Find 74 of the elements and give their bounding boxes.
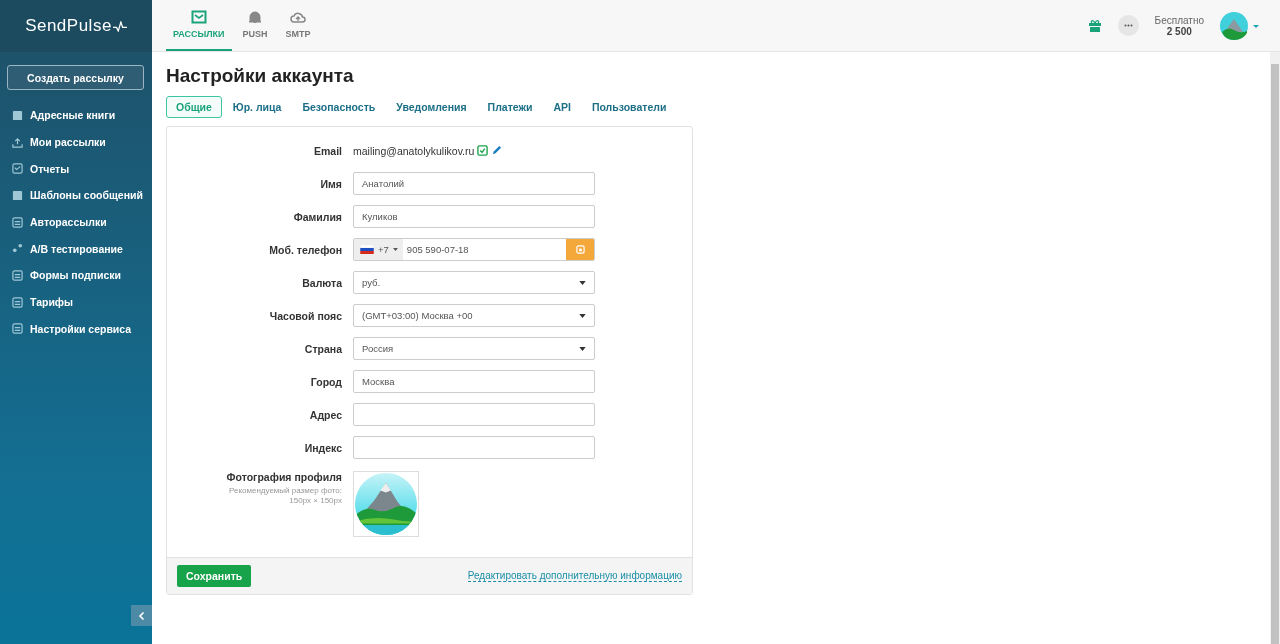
form-icon [12,269,23,281]
settings-tab[interactable]: Юр. лица [222,96,292,118]
upload-icon [12,136,23,148]
field-label: Город [310,375,342,388]
wallet-icon [12,296,23,308]
dots-icon [12,243,23,255]
photo-size-hint: Рекомендуемый размер фото: 150px × 150px [228,486,342,506]
create-campaign-button[interactable]: Создать рассылку [7,65,144,90]
settings-tab[interactable]: Уведомления [386,96,477,118]
field-label: Валюта [302,276,342,289]
sidebar-item[interactable]: Авторассылки [0,208,152,236]
phone-action-button[interactable] [566,239,594,260]
caret-down-icon [579,346,586,351]
top-nav-tab[interactable]: PUSH [235,0,275,51]
mountain-avatar-drawing [355,473,417,535]
sidebar-item[interactable]: Адресные книги [0,102,152,129]
page-title: Настройки аккаунта [166,65,355,87]
email-value: mailing@anatolykulikov.ru [353,144,475,157]
dropdown-select[interactable]: Россия [353,337,595,360]
sidebar-item[interactable]: Тарифы [0,288,152,316]
country-code-dropdown[interactable]: +7 [354,239,403,260]
caret-down-icon [579,313,586,318]
sidebar-item[interactable]: Мои рассылки [0,128,152,156]
sidebar-item[interactable]: Настройки сервиса [0,315,152,343]
scrollbar[interactable] [1270,52,1280,644]
checked-box-icon [12,163,23,175]
field-label: Фотография профиля [226,471,342,483]
top-nav-tab[interactable]: SMTP [278,0,318,51]
plan-count: 2 500 [1166,25,1192,37]
profile-photo-upload[interactable] [353,471,419,537]
settings-tab[interactable]: Пользователи [581,96,677,118]
field-label: Моб. телефон [269,243,342,256]
avatar-menu-icon[interactable] [1220,10,1260,41]
dropdown-select[interactable]: (GMT+03:00) Москва +00 [353,304,595,327]
field-label: Фамилия [293,210,342,223]
edit-pencil-icon[interactable] [491,145,503,156]
field-label: Часовой пояс [269,309,342,322]
edit-extra-info-link[interactable]: Редактировать дополнительную информацию [467,570,682,582]
gift-icon[interactable] [1087,18,1102,33]
book-icon [12,109,23,121]
field-label: Email [314,144,342,157]
field-label: Адрес [309,408,342,421]
chevron-left-icon [136,610,147,621]
phone-input-field[interactable]: +7 905 590-07-18 [353,238,595,261]
envelope-icon [190,10,207,24]
grid-icon [12,189,23,201]
text-input-field[interactable]: Москва [353,370,595,393]
field-label: Имя [320,177,342,190]
caret-down-icon [579,280,586,285]
settings-tab[interactable]: API [543,96,581,118]
caret-down-icon [392,248,398,251]
field-label: Индекс [304,441,342,454]
ellipsis-icon [1122,24,1134,27]
sidebar-item[interactable]: A/B тестирование [0,235,152,263]
sidebar-item[interactable]: Шаблоны сообщений [0,182,152,209]
sidebar-item[interactable]: Отчеты [0,155,152,183]
plan-name: Бесплатно [1154,14,1204,26]
collapse-sidebar-button[interactable] [131,605,152,626]
russia-flag-icon [360,245,374,254]
sidebar-item[interactable]: Формы подписки [0,262,152,289]
text-input-field[interactable]: Анатолий [353,172,595,195]
text-input-field[interactable]: Куликов [353,205,595,228]
settings-tab[interactable]: Безопасность [292,96,386,118]
text-input-field[interactable] [353,403,595,426]
square-icon [575,245,585,254]
dropdown-select[interactable]: руб. [353,271,595,294]
more-button[interactable] [1117,15,1139,36]
field-label: Страна [304,342,342,355]
bell-icon [247,10,264,24]
settings-icon [12,323,23,335]
settings-tab[interactable]: Платежи [477,96,543,118]
cloud-upload-icon [290,10,307,24]
text-input-field[interactable] [353,436,595,459]
list-icon [12,216,23,228]
